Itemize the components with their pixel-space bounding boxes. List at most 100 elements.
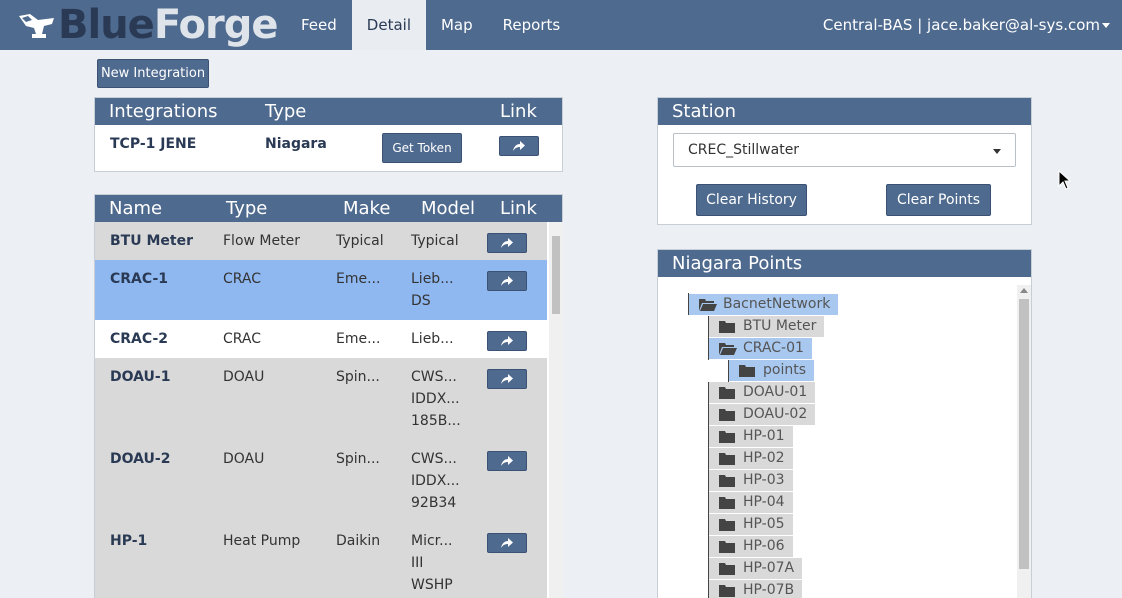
equipment-link-button[interactable] [487, 271, 527, 291]
tree-node-label: DOAU-02 [743, 406, 808, 422]
tree-node[interactable]: HP-02 [709, 448, 793, 469]
equipment-row[interactable]: DOAU-2 DOAU Spin... CWS... IDDX... 92B34 [95, 440, 547, 522]
equipment-name: CRAC-1 [110, 271, 169, 287]
integrations-col-type: Type [265, 101, 307, 122]
equipment-model: CWS... IDDX... 185B... [411, 366, 461, 432]
equipment-make: Spin... [336, 369, 380, 385]
equipment-scrollbar[interactable] [549, 222, 563, 598]
equipment-link-button[interactable] [487, 233, 527, 253]
equipment-row[interactable]: CRAC-1 CRAC Eme... Lieb... DS [95, 260, 547, 320]
equipment-model-line: III [411, 555, 424, 571]
integration-type: Niagara [265, 136, 327, 152]
tree-node[interactable]: HP-04 [709, 492, 793, 513]
scroll-up-arrow-icon[interactable] [1020, 288, 1028, 293]
equipment-model-line: WSHP [411, 577, 453, 593]
equipment-row[interactable]: BTU Meter Flow Meter Typical Typical [95, 222, 547, 260]
tree-node[interactable]: HP-01 [709, 426, 793, 447]
share-arrow-icon [501, 336, 513, 346]
tree-scrollbar[interactable] [1017, 285, 1031, 598]
station-select[interactable]: CREC_Stillwater [673, 133, 1016, 167]
tree-node-label: DOAU-01 [743, 384, 808, 400]
tree-node[interactable]: BTU Meter [709, 316, 825, 337]
tree-node-label: HP-07B [743, 582, 795, 598]
integrations-col-link: Link [500, 101, 537, 122]
integration-link-button[interactable] [499, 136, 539, 156]
equipment-link-button[interactable] [487, 331, 527, 351]
tree-node-label: BacnetNetwork [723, 296, 831, 312]
tree-node[interactable]: CRAC-01 [709, 338, 812, 359]
equipment-model-line: Lieb... [411, 271, 454, 287]
tree-node[interactable]: HP-03 [709, 470, 793, 491]
equipment-link-button[interactable] [487, 451, 527, 471]
folder-icon [719, 585, 735, 597]
clear-points-button[interactable]: Clear Points [886, 184, 991, 216]
tree-node-root[interactable]: BacnetNetwork [689, 294, 839, 315]
equipment-row[interactable]: CRAC-2 CRAC Eme... Lieb... [95, 320, 547, 358]
tree-scroll-thumb[interactable] [1019, 299, 1029, 569]
brand-logo[interactable]: BlueForge [16, 0, 279, 50]
tree-node-child[interactable]: points [729, 360, 814, 381]
top-navbar: BlueForge Feed Detail Map Reports Centra… [0, 0, 1122, 50]
tree-node[interactable]: HP-07A [709, 558, 803, 579]
integrations-header: Integrations Type Link [95, 98, 562, 125]
equipment-make: Daikin [336, 533, 381, 549]
share-arrow-icon [501, 374, 513, 384]
equipment-type: Flow Meter [223, 233, 300, 249]
equipment-make: Spin... [336, 451, 380, 467]
tree-node[interactable]: DOAU-02 [709, 404, 816, 425]
equipment-model-line: Micr... [411, 533, 453, 549]
folder-icon [719, 453, 735, 465]
share-arrow-icon [513, 141, 525, 151]
folder-icon [719, 409, 735, 421]
tab-feed[interactable]: Feed [286, 0, 352, 50]
tree-node-label: HP-06 [743, 538, 785, 554]
folder-icon [719, 563, 735, 575]
new-integration-button[interactable]: New Integration [97, 59, 209, 88]
equipment-model: CWS... IDDX... 92B34 [411, 448, 460, 514]
integrations-col-name: Integrations [109, 101, 218, 122]
equipment-col-type: Type [226, 198, 268, 219]
brand-name-blue: Blue [58, 2, 155, 48]
brand-name: BlueForge [58, 0, 279, 50]
share-arrow-icon [501, 238, 513, 248]
tab-detail[interactable]: Detail [351, 0, 426, 50]
mouse-cursor-icon [1058, 170, 1072, 190]
folder-icon [719, 519, 735, 531]
get-token-button[interactable]: Get Token [382, 133, 462, 163]
tree-node[interactable]: HP-05 [709, 514, 793, 535]
equipment-list: BTU Meter Flow Meter Typical Typical CRAC-1 C… [95, 222, 563, 598]
tree-node[interactable]: HP-06 [709, 536, 793, 557]
tree-node[interactable]: DOAU-01 [709, 382, 816, 403]
tree-node[interactable]: HP-07B [709, 580, 803, 598]
equipment-name: CRAC-2 [110, 331, 169, 347]
equipment-type: CRAC [223, 331, 262, 347]
equipment-model-line: CWS... [411, 451, 457, 467]
clear-history-button[interactable]: Clear History [696, 184, 807, 216]
equipment-model-line: Typical [411, 233, 459, 249]
folder-icon [719, 497, 735, 509]
share-arrow-icon [501, 538, 513, 548]
equipment-link-button[interactable] [487, 369, 527, 389]
tab-reports[interactable]: Reports [488, 0, 576, 50]
tree-node-label: CRAC-01 [743, 340, 804, 356]
tree-node-label: BTU Meter [743, 318, 817, 334]
equipment-row[interactable]: HP-1 Heat Pump Daikin Micr... III WSHP [95, 522, 547, 598]
equipment-scroll-thumb[interactable] [552, 236, 560, 314]
niagara-points-header: Niagara Points [658, 250, 1031, 277]
equipment-make: Eme... [336, 271, 381, 287]
folder-open-icon [699, 299, 717, 311]
nav-tabs: Feed Detail Map Reports [286, 0, 575, 50]
equipment-name: DOAU-2 [110, 451, 171, 467]
equipment-make: Typical [336, 233, 384, 249]
brand-name-forge: Forge [153, 2, 279, 48]
equipment-panel: Name Type Make Model Link BTU Meter Flow … [94, 194, 563, 598]
niagara-points-panel: Niagara Points BacnetNetwork BTU Meter CRA… [657, 249, 1032, 598]
equipment-link-button[interactable] [487, 533, 527, 553]
user-menu[interactable]: Central-BAS | jace.baker@al-sys.com [823, 0, 1110, 50]
tab-map[interactable]: Map [426, 0, 488, 50]
tree-node-label: points [763, 362, 806, 378]
equipment-model: Lieb... DS [411, 268, 454, 312]
equipment-col-name: Name [109, 198, 163, 219]
equipment-row[interactable]: DOAU-1 DOAU Spin... CWS... IDDX... 185B... [95, 358, 547, 440]
equipment-model-line: IDDX... [411, 391, 460, 407]
